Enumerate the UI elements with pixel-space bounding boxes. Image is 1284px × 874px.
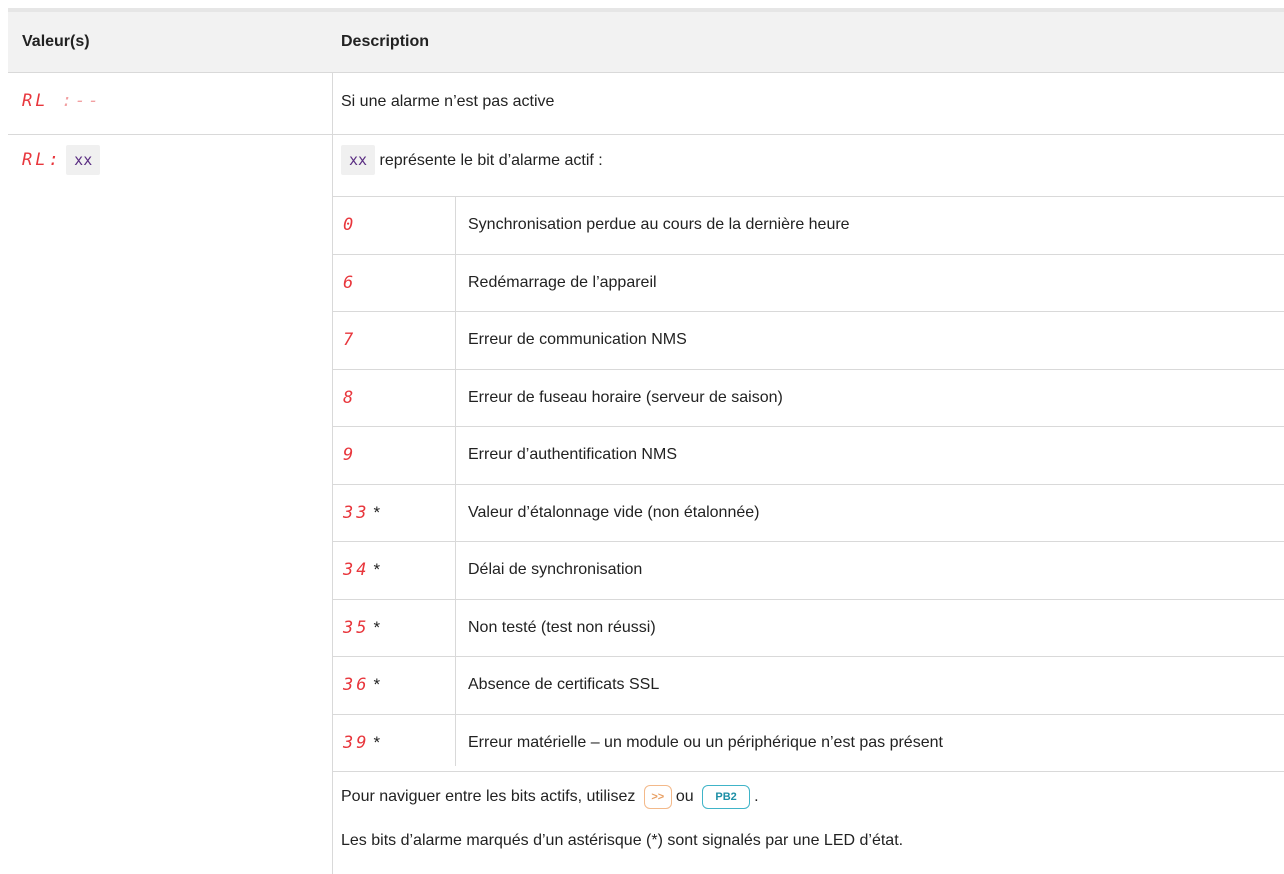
alarm-bit-description: Délai de synchronisation bbox=[468, 561, 643, 578]
alarm-bit-description: Erreur matérielle – un module ou un péri… bbox=[468, 733, 943, 751]
alarm-bit-description: Valeur d’étalonnage vide (non étalonnée) bbox=[468, 503, 760, 521]
row-divider bbox=[332, 598, 1284, 600]
row-divider bbox=[332, 771, 1284, 772]
row-divider bbox=[332, 196, 1284, 197]
row-divider bbox=[332, 656, 1284, 657]
alarm-bit-digit: 8 bbox=[343, 388, 360, 408]
alarm-bit-description: Erreur de fuseau horaire (serveur de sai… bbox=[468, 388, 783, 406]
alarm-bit-description: Synchronisation perdue au cours de la de… bbox=[468, 216, 850, 233]
segment-digit: 9 bbox=[343, 445, 357, 465]
alarm-bit-description: Absence de certificats SSL bbox=[468, 676, 660, 693]
segment-digit: 6 bbox=[343, 272, 357, 293]
subcolumn-divider bbox=[455, 196, 456, 766]
asterisk-marker: * bbox=[373, 617, 381, 637]
row-divider bbox=[332, 253, 1284, 255]
header-description: Description bbox=[341, 33, 430, 50]
alarm-bit-digit: 9 bbox=[343, 445, 360, 465]
asterisk-marker: * bbox=[373, 732, 381, 752]
alarm-bit-description: Non testé (test non réussi) bbox=[468, 618, 656, 636]
navigation-hint: Pour naviguer entre les bits actifs, uti… bbox=[341, 784, 759, 810]
alarm-bit-digit: 0 bbox=[343, 215, 360, 235]
row-divider bbox=[332, 483, 1284, 485]
alarm-bit-digit: 33 * bbox=[343, 503, 380, 523]
segment-prefix: RL bbox=[22, 91, 49, 111]
code-placeholder: xx bbox=[341, 145, 376, 175]
row-divider bbox=[332, 426, 1284, 427]
alarm-bit-description: Erreur d’authentification NMS bbox=[468, 446, 677, 463]
alarm-bit-digit: 39 * bbox=[343, 733, 380, 753]
segment-digit: 8 bbox=[343, 387, 357, 408]
intro-text: représente le bit d’alarme actif : bbox=[379, 152, 603, 169]
code-placeholder: xx bbox=[66, 145, 101, 175]
nav-or-text: ou bbox=[675, 788, 694, 805]
segment-digit: 7 bbox=[343, 330, 357, 350]
led-note: Les bits d’alarme marqués d’un astérisqu… bbox=[341, 832, 904, 849]
nav-hint-text: Pour naviguer entre les bits actifs, uti… bbox=[341, 788, 636, 805]
row-divider bbox=[332, 311, 1284, 312]
alarm-bit-digit: 7 bbox=[343, 330, 360, 350]
row-description: Si une alarme n’est pas active bbox=[341, 93, 555, 110]
nav-end-text: . bbox=[754, 788, 759, 805]
segment-digit: 36 bbox=[343, 675, 370, 695]
row-divider bbox=[332, 713, 1284, 715]
asterisk-marker: * bbox=[373, 675, 381, 694]
column-divider bbox=[332, 72, 333, 874]
segment-digit: 33 bbox=[343, 502, 370, 523]
display-value-active: RL: xx bbox=[22, 145, 101, 175]
table-header: Valeur(s) Description bbox=[8, 12, 1284, 73]
segment-suffix: :-- bbox=[61, 91, 102, 111]
header-values: Valeur(s) bbox=[22, 33, 90, 50]
alarm-bit-description: Erreur de communication NMS bbox=[468, 331, 687, 348]
alarm-bit-digit: 34 * bbox=[343, 560, 380, 580]
alarm-table: Valeur(s) Description RL :-- Si une alar… bbox=[8, 8, 1284, 874]
pb2-key-button[interactable]: PB2 bbox=[702, 784, 751, 809]
asterisk-marker: * bbox=[373, 560, 381, 579]
row-divider bbox=[332, 368, 1284, 370]
alarm-bit-description: Redémarrage de l’appareil bbox=[468, 273, 657, 291]
next-key-button[interactable]: >> bbox=[643, 784, 672, 809]
alarm-bit-digit: 36 * bbox=[343, 675, 380, 695]
alarm-bit-digit: 6 bbox=[343, 273, 360, 293]
segment-digit: 0 bbox=[343, 215, 357, 235]
asterisk-marker: * bbox=[373, 502, 381, 522]
segment-digit: 34 bbox=[343, 560, 370, 580]
segment-digit: 35 bbox=[343, 617, 370, 638]
row-intro: xx représente le bit d’alarme actif : bbox=[341, 145, 603, 175]
row-divider bbox=[332, 541, 1284, 542]
segment-digit: 39 bbox=[343, 732, 370, 753]
alarm-bit-digit: 35 * bbox=[343, 618, 380, 638]
row-divider bbox=[8, 134, 1284, 135]
display-value-inactive: RL :-- bbox=[22, 91, 101, 111]
segment-prefix: RL: bbox=[22, 150, 62, 170]
